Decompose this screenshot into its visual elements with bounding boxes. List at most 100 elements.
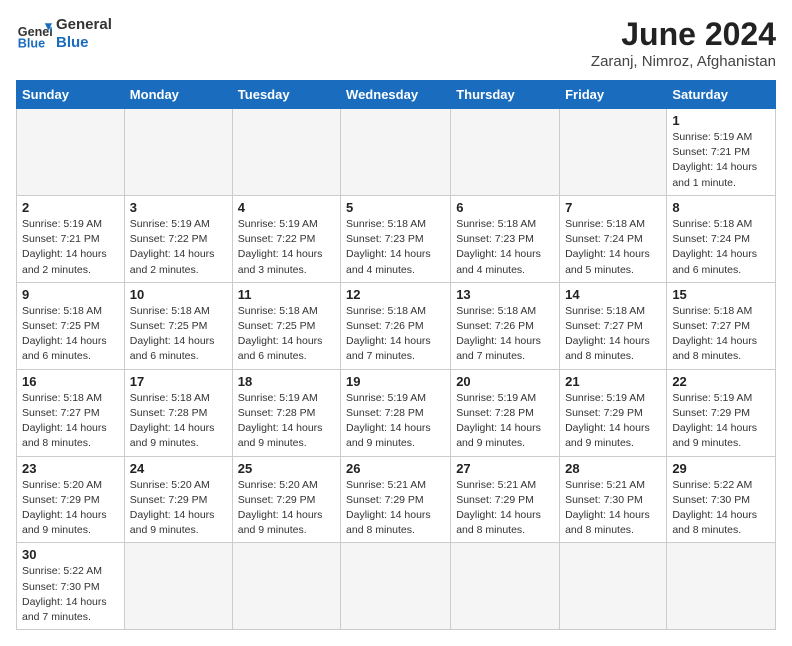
day-number: 6 xyxy=(456,200,554,215)
calendar-cell: 2Sunrise: 5:19 AM Sunset: 7:21 PM Daylig… xyxy=(17,195,125,282)
day-number: 19 xyxy=(346,374,445,389)
day-info: Sunrise: 5:18 AM Sunset: 7:28 PM Dayligh… xyxy=(130,391,227,452)
title-area: June 2024 Zaranj, Nimroz, Afghanistan xyxy=(591,16,776,70)
day-number: 13 xyxy=(456,287,554,302)
day-info: Sunrise: 5:18 AM Sunset: 7:26 PM Dayligh… xyxy=(456,304,554,365)
day-info: Sunrise: 5:19 AM Sunset: 7:22 PM Dayligh… xyxy=(130,217,227,278)
calendar-cell: 7Sunrise: 5:18 AM Sunset: 7:24 PM Daylig… xyxy=(560,195,667,282)
calendar-cell: 8Sunrise: 5:18 AM Sunset: 7:24 PM Daylig… xyxy=(667,195,776,282)
calendar-cell: 16 Sunrise: 5:18 AM Sunset: 7:27 PM Dayli… xyxy=(17,369,125,456)
day-header-friday: Friday xyxy=(560,81,667,109)
day-number: 2 xyxy=(22,200,119,215)
day-info: Sunrise: 5:18 AM Sunset: 7:24 PM Dayligh… xyxy=(565,217,661,278)
calendar-cell: 12Sunrise: 5:18 AM Sunset: 7:26 PM Dayli… xyxy=(341,282,451,369)
calendar-cell: 5 Sunrise: 5:18 AM Sunset: 7:23 PM Daylig… xyxy=(341,195,451,282)
calendar-cell: 13 Sunrise: 5:18 AM Sunset: 7:26 PM Dayli… xyxy=(451,282,560,369)
calendar-cell: 22Sunrise: 5:19 AM Sunset: 7:29 PM Dayli… xyxy=(667,369,776,456)
calendar-cell: 25 Sunrise: 5:20 AM Sunset: 7:29 PM Dayli… xyxy=(232,456,340,543)
calendar-week-row: 1Sunrise: 5:19 AM Sunset: 7:21 PM Daylig… xyxy=(17,109,776,196)
day-number: 25 xyxy=(238,461,335,476)
logo-general-text: General xyxy=(56,16,112,34)
day-info: Sunrise: 5:19 AM Sunset: 7:29 PM Dayligh… xyxy=(672,391,770,452)
calendar-cell xyxy=(667,543,776,630)
calendar-header-row: SundayMondayTuesdayWednesdayThursdayFrid… xyxy=(17,81,776,109)
day-header-monday: Monday xyxy=(124,81,232,109)
day-number: 4 xyxy=(238,200,335,215)
day-info: Sunrise: 5:19 AM Sunset: 7:28 PM Dayligh… xyxy=(456,391,554,452)
day-number: 11 xyxy=(238,287,335,302)
day-number: 26 xyxy=(346,461,445,476)
day-header-wednesday: Wednesday xyxy=(341,81,451,109)
calendar-cell: 24Sunrise: 5:20 AM Sunset: 7:29 PM Dayli… xyxy=(124,456,232,543)
logo-icon: General Blue xyxy=(16,16,52,52)
calendar-cell xyxy=(451,543,560,630)
day-info: Sunrise: 5:21 AM Sunset: 7:30 PM Dayligh… xyxy=(565,478,661,539)
calendar-cell: 29 Sunrise: 5:22 AM Sunset: 7:30 PM Dayli… xyxy=(667,456,776,543)
calendar-week-row: 16 Sunrise: 5:18 AM Sunset: 7:27 PM Dayli… xyxy=(17,369,776,456)
calendar-cell: 27Sunrise: 5:21 AM Sunset: 7:29 PM Dayli… xyxy=(451,456,560,543)
day-info: Sunrise: 5:19 AM Sunset: 7:29 PM Dayligh… xyxy=(565,391,661,452)
day-header-tuesday: Tuesday xyxy=(232,81,340,109)
calendar-cell: 15Sunrise: 5:18 AM Sunset: 7:27 PM Dayli… xyxy=(667,282,776,369)
calendar-cell: 20 Sunrise: 5:19 AM Sunset: 7:28 PM Dayli… xyxy=(451,369,560,456)
calendar-cell: 9Sunrise: 5:18 AM Sunset: 7:25 PM Daylig… xyxy=(17,282,125,369)
day-number: 20 xyxy=(456,374,554,389)
day-number: 24 xyxy=(130,461,227,476)
day-info: Sunrise: 5:20 AM Sunset: 7:29 PM Dayligh… xyxy=(238,478,335,539)
day-number: 1 xyxy=(672,113,770,128)
calendar-cell: 19 Sunrise: 5:19 AM Sunset: 7:28 PM Dayli… xyxy=(341,369,451,456)
calendar-week-row: 30 Sunrise: 5:22 AM Sunset: 7:30 PM Dayli… xyxy=(17,543,776,630)
day-number: 17 xyxy=(130,374,227,389)
day-number: 10 xyxy=(130,287,227,302)
calendar-cell: 4 Sunrise: 5:19 AM Sunset: 7:22 PM Daylig… xyxy=(232,195,340,282)
day-info: Sunrise: 5:22 AM Sunset: 7:30 PM Dayligh… xyxy=(22,564,119,625)
day-info: Sunrise: 5:21 AM Sunset: 7:29 PM Dayligh… xyxy=(346,478,445,539)
day-info: Sunrise: 5:19 AM Sunset: 7:22 PM Dayligh… xyxy=(238,217,335,278)
day-number: 27 xyxy=(456,461,554,476)
calendar-table: SundayMondayTuesdayWednesdayThursdayFrid… xyxy=(16,80,776,630)
calendar-cell: 6 Sunrise: 5:18 AM Sunset: 7:23 PM Daylig… xyxy=(451,195,560,282)
day-info: Sunrise: 5:18 AM Sunset: 7:26 PM Dayligh… xyxy=(346,304,445,365)
calendar-cell xyxy=(124,543,232,630)
day-number: 14 xyxy=(565,287,661,302)
svg-text:Blue: Blue xyxy=(18,37,45,51)
day-info: Sunrise: 5:22 AM Sunset: 7:30 PM Dayligh… xyxy=(672,478,770,539)
calendar-week-row: 2Sunrise: 5:19 AM Sunset: 7:21 PM Daylig… xyxy=(17,195,776,282)
day-info: Sunrise: 5:19 AM Sunset: 7:28 PM Dayligh… xyxy=(346,391,445,452)
day-info: Sunrise: 5:18 AM Sunset: 7:23 PM Dayligh… xyxy=(346,217,445,278)
day-number: 28 xyxy=(565,461,661,476)
calendar-cell xyxy=(560,543,667,630)
calendar-cell xyxy=(451,109,560,196)
calendar-cell: 11Sunrise: 5:18 AM Sunset: 7:25 PM Dayli… xyxy=(232,282,340,369)
day-info: Sunrise: 5:18 AM Sunset: 7:23 PM Dayligh… xyxy=(456,217,554,278)
location-subtitle: Zaranj, Nimroz, Afghanistan xyxy=(591,53,776,70)
calendar-cell xyxy=(17,109,125,196)
calendar-cell: 23Sunrise: 5:20 AM Sunset: 7:29 PM Dayli… xyxy=(17,456,125,543)
calendar-cell xyxy=(560,109,667,196)
day-header-thursday: Thursday xyxy=(451,81,560,109)
calendar-cell: 26 Sunrise: 5:21 AM Sunset: 7:29 PM Dayli… xyxy=(341,456,451,543)
calendar-cell: 3 Sunrise: 5:19 AM Sunset: 7:22 PM Daylig… xyxy=(124,195,232,282)
day-number: 5 xyxy=(346,200,445,215)
day-number: 30 xyxy=(22,547,119,562)
logo: General Blue General Blue xyxy=(16,16,112,52)
logo-blue-text: Blue xyxy=(56,34,112,52)
day-number: 29 xyxy=(672,461,770,476)
calendar-cell xyxy=(341,543,451,630)
calendar-cell: 18Sunrise: 5:19 AM Sunset: 7:28 PM Dayli… xyxy=(232,369,340,456)
day-info: Sunrise: 5:19 AM Sunset: 7:28 PM Dayligh… xyxy=(238,391,335,452)
day-info: Sunrise: 5:18 AM Sunset: 7:27 PM Dayligh… xyxy=(672,304,770,365)
day-number: 8 xyxy=(672,200,770,215)
day-number: 23 xyxy=(22,461,119,476)
day-number: 3 xyxy=(130,200,227,215)
day-number: 21 xyxy=(565,374,661,389)
day-info: Sunrise: 5:18 AM Sunset: 7:25 PM Dayligh… xyxy=(130,304,227,365)
calendar-cell: 1Sunrise: 5:19 AM Sunset: 7:21 PM Daylig… xyxy=(667,109,776,196)
day-number: 16 xyxy=(22,374,119,389)
day-info: Sunrise: 5:18 AM Sunset: 7:27 PM Dayligh… xyxy=(22,391,119,452)
calendar-cell xyxy=(124,109,232,196)
calendar-cell: 14Sunrise: 5:18 AM Sunset: 7:27 PM Dayli… xyxy=(560,282,667,369)
calendar-cell: 21 Sunrise: 5:19 AM Sunset: 7:29 PM Dayli… xyxy=(560,369,667,456)
calendar-cell xyxy=(232,543,340,630)
day-info: Sunrise: 5:18 AM Sunset: 7:25 PM Dayligh… xyxy=(22,304,119,365)
